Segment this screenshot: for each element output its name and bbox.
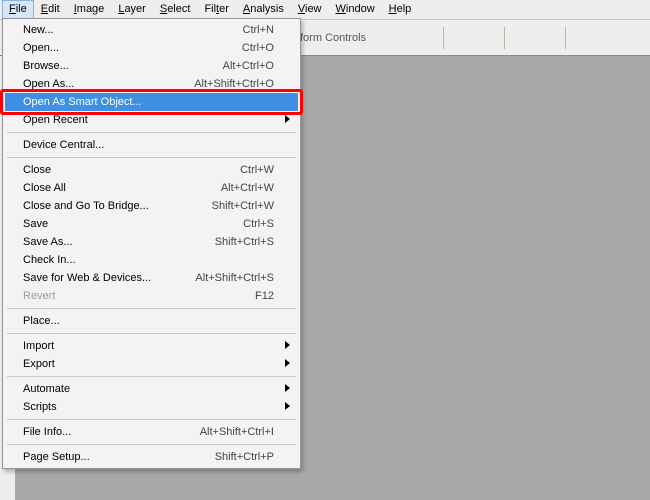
menu-item-label: Check In... xyxy=(23,254,274,266)
file-menu-dropdown: New...Ctrl+NOpen...Ctrl+OBrowse...Alt+Ct… xyxy=(2,18,301,469)
menu-item-save-as[interactable]: Save As...Shift+Ctrl+S xyxy=(5,233,298,251)
align-icon[interactable] xyxy=(622,28,642,48)
menu-item-scripts[interactable]: Scripts xyxy=(5,398,298,416)
menu-item-shortcut: Shift+Ctrl+P xyxy=(215,451,274,463)
menu-item-shortcut: Alt+Shift+Ctrl+S xyxy=(195,272,274,284)
menu-layer[interactable]: Layer xyxy=(111,0,153,19)
menu-item-save[interactable]: SaveCtrl+S xyxy=(5,215,298,233)
menu-item-label: New... xyxy=(23,24,243,36)
align-icon[interactable] xyxy=(574,28,594,48)
menu-item-device-central[interactable]: Device Central... xyxy=(5,136,298,154)
menu-separator xyxy=(7,333,296,334)
menu-separator xyxy=(7,308,296,309)
align-icon[interactable] xyxy=(415,28,435,48)
menu-separator xyxy=(7,419,296,420)
menu-item-label: Open Recent xyxy=(23,114,274,126)
menu-item-file-info[interactable]: File Info...Alt+Shift+Ctrl+I xyxy=(5,423,298,441)
menu-item-import[interactable]: Import xyxy=(5,337,298,355)
menu-edit[interactable]: Edit xyxy=(34,0,67,19)
menu-item-label: Automate xyxy=(23,383,274,395)
submenu-arrow-icon xyxy=(285,384,290,392)
menu-separator xyxy=(7,444,296,445)
menu-separator xyxy=(7,157,296,158)
menu-item-new[interactable]: New...Ctrl+N xyxy=(5,21,298,39)
menu-item-open[interactable]: Open...Ctrl+O xyxy=(5,39,298,57)
submenu-arrow-icon xyxy=(285,341,290,349)
submenu-arrow-icon xyxy=(285,115,290,123)
menu-item-close-all[interactable]: Close AllAlt+Ctrl+W xyxy=(5,179,298,197)
menu-item-close[interactable]: CloseCtrl+W xyxy=(5,161,298,179)
menu-item-automate[interactable]: Automate xyxy=(5,380,298,398)
menu-item-label: Close xyxy=(23,164,240,176)
menu-separator xyxy=(7,376,296,377)
menu-item-label: Close and Go To Bridge... xyxy=(23,200,212,212)
menu-item-shortcut: Alt+Shift+Ctrl+I xyxy=(200,426,274,438)
menu-item-shortcut: Ctrl+O xyxy=(242,42,274,54)
menu-item-label: Close All xyxy=(23,182,221,194)
align-icon[interactable] xyxy=(598,28,618,48)
menu-item-check-in[interactable]: Check In... xyxy=(5,251,298,269)
menu-analysis[interactable]: Analysis xyxy=(236,0,291,19)
menu-item-label: Open As... xyxy=(23,78,194,90)
align-icons-group xyxy=(391,27,642,49)
menu-item-label: Page Setup... xyxy=(23,451,215,463)
menu-item-shortcut: F12 xyxy=(255,290,274,302)
align-icon[interactable] xyxy=(476,28,496,48)
align-icon[interactable] xyxy=(537,28,557,48)
menu-item-browse[interactable]: Browse...Alt+Ctrl+O xyxy=(5,57,298,75)
menu-item-page-setup[interactable]: Page Setup...Shift+Ctrl+P xyxy=(5,448,298,466)
align-icon[interactable] xyxy=(513,28,533,48)
menu-item-open-recent[interactable]: Open Recent xyxy=(5,111,298,129)
menu-item-label: Open... xyxy=(23,42,242,54)
menu-item-place[interactable]: Place... xyxy=(5,312,298,330)
menu-window[interactable]: Window xyxy=(329,0,382,19)
menu-item-label: Import xyxy=(23,340,274,352)
separator xyxy=(504,27,505,49)
menu-item-label: Export xyxy=(23,358,274,370)
menu-item-open-as-smart-object[interactable]: Open As Smart Object... xyxy=(5,93,298,111)
menu-item-label: Scripts xyxy=(23,401,274,413)
menu-filter[interactable]: Filter xyxy=(197,0,235,19)
submenu-arrow-icon xyxy=(285,402,290,410)
menu-item-label: Place... xyxy=(23,315,274,327)
menu-item-label: Save for Web & Devices... xyxy=(23,272,195,284)
align-icon[interactable] xyxy=(452,28,472,48)
menu-item-label: Browse... xyxy=(23,60,223,72)
menu-item-revert: RevertF12 xyxy=(5,287,298,305)
menu-item-label: Save As... xyxy=(23,236,215,248)
menu-item-shortcut: Alt+Ctrl+W xyxy=(221,182,274,194)
menu-separator xyxy=(7,132,296,133)
menu-item-label: Revert xyxy=(23,290,255,302)
menubar: FileEditImageLayerSelectFilterAnalysisVi… xyxy=(0,0,650,20)
menu-item-export[interactable]: Export xyxy=(5,355,298,373)
separator xyxy=(565,27,566,49)
menu-item-shortcut: Shift+Ctrl+S xyxy=(215,236,274,248)
menu-item-close-and-go-to-bridge[interactable]: Close and Go To Bridge...Shift+Ctrl+W xyxy=(5,197,298,215)
menu-image[interactable]: Image xyxy=(67,0,112,19)
menu-item-shortcut: Alt+Ctrl+O xyxy=(223,60,274,72)
menu-item-label: Open As Smart Object... xyxy=(23,96,274,108)
menu-item-shortcut: Ctrl+N xyxy=(243,24,274,36)
menu-select[interactable]: Select xyxy=(153,0,198,19)
menu-item-shortcut: Alt+Shift+Ctrl+O xyxy=(194,78,274,90)
submenu-arrow-icon xyxy=(285,359,290,367)
menu-view[interactable]: View xyxy=(291,0,329,19)
align-icon[interactable] xyxy=(391,28,411,48)
separator xyxy=(443,27,444,49)
menu-item-label: Save xyxy=(23,218,243,230)
menu-item-open-as[interactable]: Open As...Alt+Shift+Ctrl+O xyxy=(5,75,298,93)
menu-item-shortcut: Ctrl+S xyxy=(243,218,274,230)
menu-item-save-for-web-devices[interactable]: Save for Web & Devices...Alt+Shift+Ctrl+… xyxy=(5,269,298,287)
menu-item-shortcut: Shift+Ctrl+W xyxy=(212,200,274,212)
menu-item-label: Device Central... xyxy=(23,139,274,151)
menu-help[interactable]: Help xyxy=(382,0,419,19)
menu-item-shortcut: Ctrl+W xyxy=(240,164,274,176)
menu-item-label: File Info... xyxy=(23,426,200,438)
menu-file[interactable]: File xyxy=(2,0,34,20)
options-label-fragment: form Controls xyxy=(300,32,366,44)
